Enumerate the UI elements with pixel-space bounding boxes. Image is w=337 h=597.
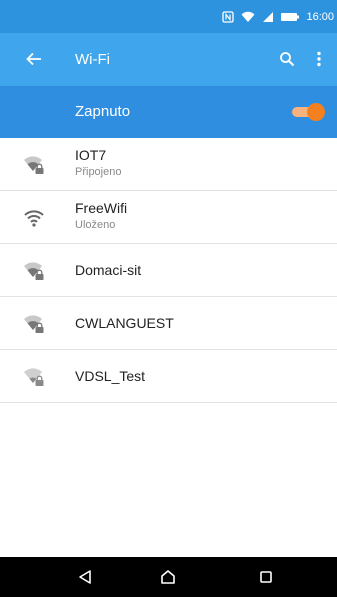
nfc-icon bbox=[222, 10, 235, 23]
wifi-master-switch-row[interactable]: Zapnuto bbox=[0, 86, 337, 138]
network-item-cwlanguest[interactable]: CWLANGUEST bbox=[0, 297, 337, 350]
network-name: Domaci-sit bbox=[75, 262, 142, 278]
network-name: VDSL_Test bbox=[75, 368, 146, 384]
battery-icon bbox=[281, 12, 300, 22]
network-status: Připojeno bbox=[75, 166, 122, 178]
network-name: FreeWifi bbox=[75, 200, 128, 216]
toggle-thumb bbox=[307, 103, 325, 121]
network-item-domaci-sit[interactable]: Domaci-sit bbox=[0, 244, 337, 297]
network-item-freewifi[interactable]: FreeWifi Uloženo bbox=[0, 191, 337, 244]
wifi-icon bbox=[23, 206, 45, 228]
network-list: IOT7 Připojeno FreeWifi Uloženo Domaci-s… bbox=[0, 138, 337, 403]
home-icon[interactable] bbox=[157, 567, 179, 587]
wifi-locked-icon bbox=[23, 312, 45, 334]
network-item-iot7[interactable]: IOT7 Připojeno bbox=[0, 138, 337, 191]
network-name: IOT7 bbox=[75, 147, 107, 163]
wifi-signal-icon bbox=[241, 11, 255, 23]
wifi-locked-weak-icon bbox=[23, 365, 45, 387]
recents-icon[interactable] bbox=[255, 567, 277, 587]
wifi-locked-icon bbox=[23, 153, 45, 175]
more-vert-icon[interactable] bbox=[309, 47, 329, 71]
cell-signal-icon bbox=[262, 11, 274, 23]
status-time: 16:00 bbox=[306, 10, 334, 23]
wifi-locked-icon bbox=[23, 259, 45, 281]
app-bar: Wi-Fi bbox=[0, 33, 337, 86]
arrow-left-icon[interactable] bbox=[22, 47, 46, 71]
page-title: Wi-Fi bbox=[75, 51, 110, 68]
wifi-master-label: Zapnuto bbox=[75, 103, 131, 120]
navigation-bar bbox=[0, 557, 337, 597]
network-name: CWLANGUEST bbox=[75, 315, 174, 331]
search-icon[interactable] bbox=[276, 48, 298, 70]
network-status: Uloženo bbox=[75, 219, 116, 231]
status-bar: 16:00 bbox=[0, 0, 337, 33]
network-item-vdsl-test[interactable]: VDSL_Test bbox=[0, 350, 337, 403]
back-triangle-icon[interactable] bbox=[74, 567, 96, 587]
wifi-toggle[interactable] bbox=[290, 103, 325, 121]
